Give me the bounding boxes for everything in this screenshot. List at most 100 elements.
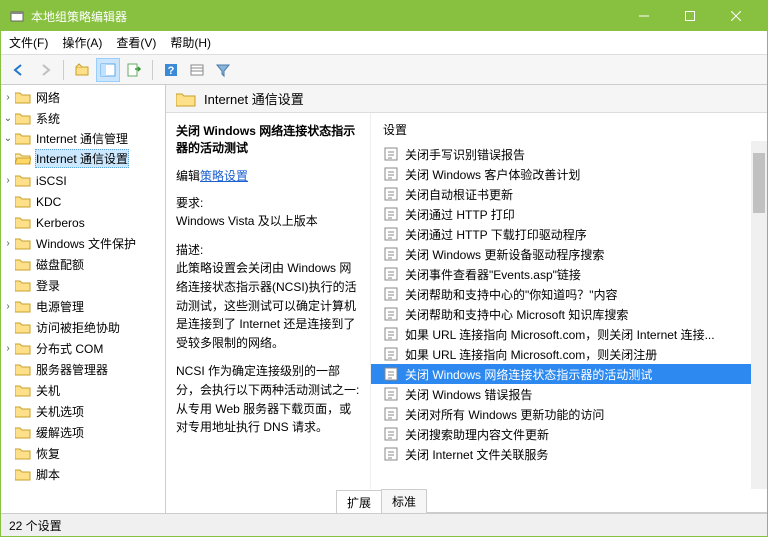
policy-title: 关闭 Windows 网络连接状态指示器的活动测试 xyxy=(176,123,360,157)
policy-item[interactable]: 关闭事件查看器"Events.asp"链接 xyxy=(371,264,767,284)
minimize-button[interactable] xyxy=(621,1,667,31)
policy-label: 关闭 Windows 错误报告 xyxy=(405,386,532,403)
tree-item[interactable]: 登录 xyxy=(35,277,61,294)
requirement-label: 要求: xyxy=(176,196,203,210)
menu-help[interactable]: 帮助(H) xyxy=(170,34,211,51)
folder-icon xyxy=(15,195,31,209)
policy-label: 关闭 Windows 客户体验改善计划 xyxy=(405,166,580,183)
tree-item[interactable]: 脚本 xyxy=(35,466,61,483)
tree-item[interactable]: Internet 通信管理 xyxy=(35,130,129,147)
filter-button[interactable] xyxy=(211,58,235,82)
tree-expander[interactable]: › xyxy=(1,238,15,249)
tab-extended[interactable]: 扩展 xyxy=(336,490,382,513)
tree-expander[interactable]: › xyxy=(1,92,15,103)
tree-item[interactable]: 网络 xyxy=(35,89,61,106)
tree-expander[interactable]: ⌄ xyxy=(1,113,15,124)
tab-standard[interactable]: 标准 xyxy=(381,489,427,513)
policy-item[interactable]: 关闭手写识别错误报告 xyxy=(371,144,767,164)
policy-icon xyxy=(383,366,399,382)
folder-icon xyxy=(15,112,31,126)
folder-icon xyxy=(176,91,196,107)
back-button[interactable] xyxy=(7,58,31,82)
tree-expander[interactable]: › xyxy=(1,301,15,312)
scrollbar[interactable] xyxy=(751,141,767,489)
policy-item[interactable]: 关闭 Windows 错误报告 xyxy=(371,384,767,404)
menu-view[interactable]: 查看(V) xyxy=(116,34,156,51)
policy-icon xyxy=(383,426,399,442)
export-list-button[interactable] xyxy=(122,58,146,82)
menu-action[interactable]: 操作(A) xyxy=(62,34,102,51)
scrollbar-thumb[interactable] xyxy=(753,153,765,213)
tree-item[interactable]: 磁盘配额 xyxy=(35,256,85,273)
policy-item[interactable]: 关闭 Internet 文件关联服务 xyxy=(371,444,767,464)
policy-item[interactable]: 关闭 Windows 网络连接状态指示器的活动测试 xyxy=(371,364,767,384)
folder-icon xyxy=(15,300,31,314)
tree-pane[interactable]: › 网络 ⌄ 系统 ⌄ Internet 通信管理 Internet 通信设置 › iS… xyxy=(1,85,166,513)
folder-icon xyxy=(15,258,31,272)
policy-label: 关闭 Windows 更新设备驱动程序搜索 xyxy=(405,246,604,263)
policy-label: 关闭通过 HTTP 下载打印驱动程序 xyxy=(405,226,587,243)
folder-icon xyxy=(15,91,31,105)
tree-item[interactable]: 系统 xyxy=(35,110,61,127)
tree-expander[interactable]: ⌄ xyxy=(1,133,15,144)
right-pane: Internet 通信设置 关闭 Windows 网络连接状态指示器的活动测试 … xyxy=(166,85,767,513)
policy-item[interactable]: 关闭 Windows 客户体验改善计划 xyxy=(371,164,767,184)
app-icon xyxy=(9,8,25,24)
maximize-button[interactable] xyxy=(667,1,713,31)
policy-item[interactable]: 关闭通过 HTTP 打印 xyxy=(371,204,767,224)
policy-icon xyxy=(383,406,399,422)
close-button[interactable] xyxy=(713,1,759,31)
policy-list[interactable]: 设置 关闭手写识别错误报告关闭 Windows 客户体验改善计划关闭自动根证书更… xyxy=(371,113,767,489)
svg-text:?: ? xyxy=(168,65,175,77)
tree-item[interactable]: 缓解选项 xyxy=(35,424,85,441)
up-button[interactable] xyxy=(70,58,94,82)
policy-item[interactable]: 关闭帮助和支持中心的"你知道吗？"内容 xyxy=(371,284,767,304)
policy-item[interactable]: 如果 URL 连接指向 Microsoft.com，则关闭注册 xyxy=(371,344,767,364)
tree-item[interactable]: Windows 文件保护 xyxy=(35,235,137,252)
options-button[interactable] xyxy=(185,58,209,82)
folder-open-icon xyxy=(15,152,31,166)
tree-item-selected[interactable]: Internet 通信设置 xyxy=(35,149,129,168)
policy-icon xyxy=(383,166,399,182)
policy-settings-link[interactable]: 策略设置 xyxy=(200,169,248,183)
tree-item[interactable]: 服务器管理器 xyxy=(35,361,109,378)
policy-icon xyxy=(383,386,399,402)
policy-item[interactable]: 关闭自动根证书更新 xyxy=(371,184,767,204)
status-text: 22 个设置 xyxy=(9,517,62,534)
help-button[interactable]: ? xyxy=(159,58,183,82)
tree-expander[interactable]: › xyxy=(1,343,15,354)
tree-item[interactable]: 关机选项 xyxy=(35,403,85,420)
tree-item[interactable]: Kerberos xyxy=(35,216,86,230)
show-hide-tree-button[interactable] xyxy=(96,58,120,82)
breadcrumb-title: Internet 通信设置 xyxy=(204,89,304,108)
policy-item[interactable]: 如果 URL 连接指向 Microsoft.com，则关闭 Internet 连… xyxy=(371,324,767,344)
policy-item[interactable]: 关闭搜索助理内容文件更新 xyxy=(371,424,767,444)
folder-icon xyxy=(15,279,31,293)
folder-icon xyxy=(15,426,31,440)
tree-item[interactable]: 恢复 xyxy=(35,445,61,462)
tree-item[interactable]: 关机 xyxy=(35,382,61,399)
tree-item[interactable]: 分布式 COM xyxy=(35,340,104,357)
policy-item[interactable]: 关闭对所有 Windows 更新功能的访问 xyxy=(371,404,767,424)
requirement-text: Windows Vista 及以上版本 xyxy=(176,214,318,228)
forward-button[interactable] xyxy=(33,58,57,82)
policy-label: 关闭 Internet 文件关联服务 xyxy=(405,446,548,463)
tree-item[interactable]: 访问被拒绝协助 xyxy=(35,319,121,336)
tree-item[interactable]: iSCSI xyxy=(35,174,68,188)
policy-label: 关闭手写识别错误报告 xyxy=(405,146,525,163)
policy-icon xyxy=(383,326,399,342)
policy-item[interactable]: 关闭通过 HTTP 下载打印驱动程序 xyxy=(371,224,767,244)
tree-item[interactable]: KDC xyxy=(35,195,62,209)
policy-icon xyxy=(383,266,399,282)
policy-icon xyxy=(383,346,399,362)
menu-file[interactable]: 文件(F) xyxy=(9,34,48,51)
policy-label: 关闭自动根证书更新 xyxy=(405,186,513,203)
policy-item[interactable]: 关闭帮助和支持中心 Microsoft 知识库搜索 xyxy=(371,304,767,324)
description-text: 此策略设置会关闭由 Windows 网络连接状态指示器(NCSI)执行的活动测试… xyxy=(176,261,357,349)
policy-icon xyxy=(383,286,399,302)
tree-expander[interactable]: › xyxy=(1,175,15,186)
folder-icon xyxy=(15,321,31,335)
tree-item[interactable]: 电源管理 xyxy=(35,298,85,315)
policy-item[interactable]: 关闭 Windows 更新设备驱动程序搜索 xyxy=(371,244,767,264)
folder-icon xyxy=(15,384,31,398)
